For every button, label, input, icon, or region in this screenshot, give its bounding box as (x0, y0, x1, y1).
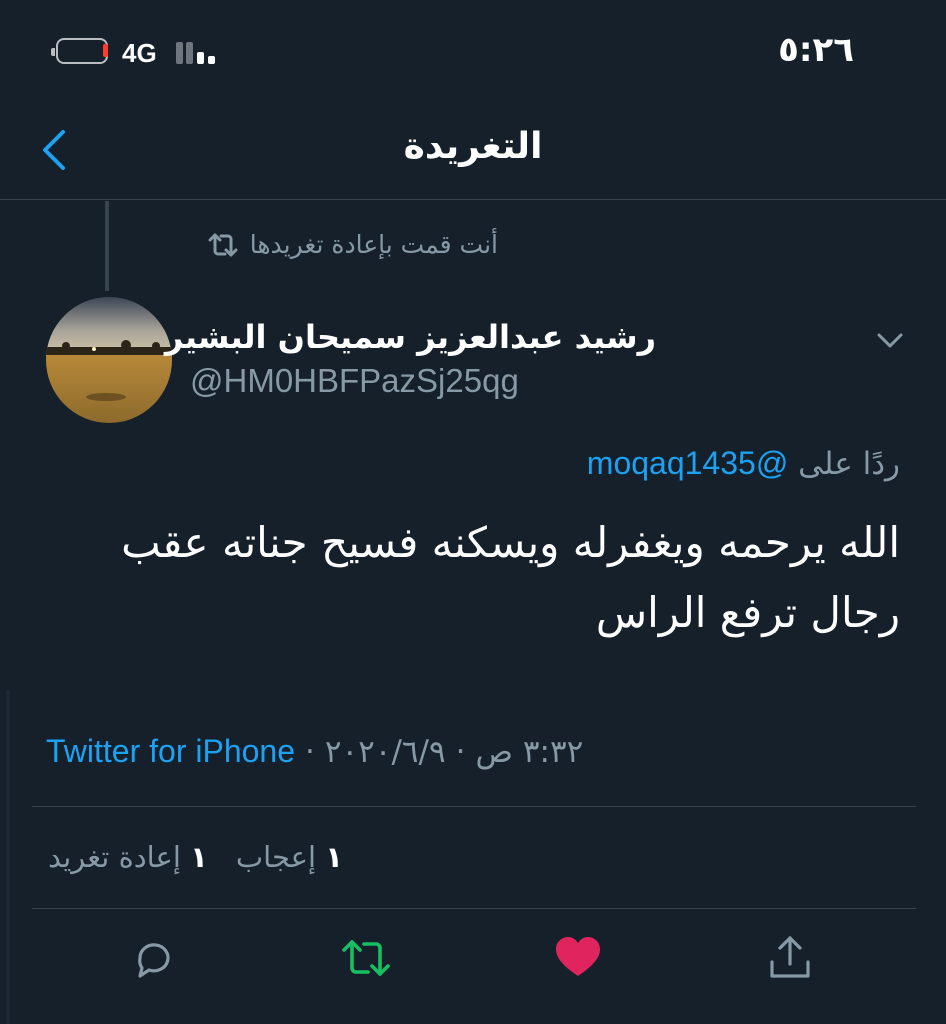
avatar[interactable] (46, 297, 172, 423)
reply-mention-link[interactable]: @moqaq1435 (587, 445, 789, 481)
tweet-time: ٣:٣٢ ص (475, 734, 584, 770)
retweets-label: إعادة تغريد (48, 840, 181, 874)
signal-icon (176, 40, 220, 64)
tweet-text: الله يرحمه ويغفرله ويسكنه فسيح جناته عقب… (121, 518, 900, 637)
status-time: ٥:٢٦ (778, 30, 854, 70)
meta-separator: · (455, 734, 466, 770)
heart-icon (556, 937, 600, 976)
divider (32, 908, 916, 909)
retweets-stat[interactable]: ١ إعادة تغريد (48, 840, 208, 874)
tweet-date: ٢٠٢٠/٦/٩ (324, 734, 446, 770)
tweet-meta: Twitter for iPhone · ٢٠٢٠/٦/٩ · ٣:٣٢ ص (46, 733, 583, 770)
likes-label: إعجاب (235, 840, 317, 874)
author-handle[interactable]: @HM0HBFPazSj25qg (190, 362, 519, 400)
retweet-context-label: أنت قمت بإعادة تغريدها (249, 230, 498, 259)
tweet-stats: ١ إعجاب ١ إعادة تغريد (48, 840, 343, 874)
like-button[interactable] (554, 934, 602, 982)
tweet-source-link[interactable]: Twitter for iPhone (46, 733, 295, 770)
thread-connector (105, 201, 109, 291)
author-name[interactable]: رشيد عبدالعزيز سميحان البشير (165, 318, 656, 356)
share-icon (770, 936, 810, 978)
avatar-image (46, 297, 172, 423)
chevron-down-icon (877, 333, 903, 348)
status-bar: 4G ٥:٢٦ (0, 0, 946, 100)
retweet-context: أنت قمت بإعادة تغريدها (206, 230, 498, 259)
nav-header: التغريدة (0, 100, 946, 200)
likes-count: ١ (325, 840, 343, 874)
reply-prefix: ردًا على (798, 446, 900, 482)
retweet-icon (208, 233, 238, 256)
reply-icon (138, 943, 170, 978)
replying-to: ردًا على @moqaq1435 (587, 445, 900, 482)
share-button[interactable] (766, 934, 814, 982)
battery-icon (51, 38, 108, 64)
page-title: التغريدة (403, 126, 543, 167)
retweet-button[interactable] (340, 934, 390, 982)
retweets-count: ١ (190, 840, 208, 874)
tweet-menu-button[interactable] (874, 326, 906, 354)
meta-separator: · (305, 734, 315, 770)
divider (32, 806, 916, 807)
network-label: 4G (122, 38, 157, 68)
side-divider (6, 690, 10, 1024)
retweet-icon (342, 940, 390, 976)
likes-stat[interactable]: ١ إعجاب (236, 840, 343, 874)
reply-button[interactable] (130, 934, 178, 982)
